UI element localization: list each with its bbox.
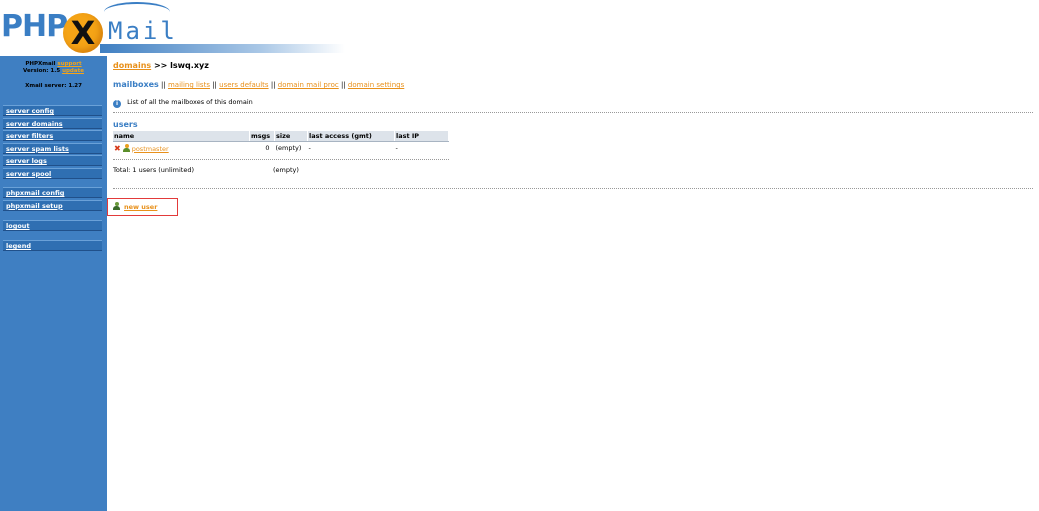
header-gradient-bar bbox=[100, 44, 345, 53]
tab-separator: || bbox=[212, 81, 217, 89]
col-name: name bbox=[113, 131, 250, 142]
breadcrumb: domains >> lswq.xyz bbox=[113, 61, 209, 70]
logo-php-text: PHP bbox=[1, 9, 68, 44]
cell-size: (empty) bbox=[275, 144, 302, 152]
cell-msgs: 0 bbox=[265, 144, 270, 152]
tab-users-defaults[interactable]: users defaults bbox=[219, 81, 268, 89]
users-table: name msgs size last access (gmt) last IP… bbox=[113, 131, 449, 154]
version-text: Version: 1.5 bbox=[23, 68, 61, 74]
user-link[interactable]: postmaster bbox=[132, 145, 169, 153]
tab-separator: || bbox=[270, 81, 276, 89]
col-size: size bbox=[274, 131, 308, 142]
tab-mailboxes: mailboxes bbox=[113, 80, 159, 89]
sidebar-info: PHPXmail support Version: 1.5 update Xma… bbox=[0, 56, 107, 90]
logo-x-ball: X bbox=[63, 13, 103, 53]
menu-phpxmail-setup[interactable]: phpxmail setup bbox=[3, 199, 102, 211]
menu-server-spam-lists[interactable]: server spam lists bbox=[3, 142, 102, 154]
divider bbox=[113, 112, 1033, 113]
menu-server: server config server domains server filt… bbox=[3, 105, 102, 180]
menu-logout[interactable]: logout bbox=[3, 220, 102, 231]
sidebar: PHPXmail support Version: 1.5 update Xma… bbox=[0, 56, 107, 511]
section-title: users bbox=[113, 120, 138, 129]
col-last-ip: last IP bbox=[394, 131, 449, 142]
total-size: (empty) bbox=[273, 166, 299, 174]
tab-separator: || bbox=[161, 81, 166, 89]
server-version: Xmail server: 1.27 bbox=[25, 83, 82, 89]
menu-server-logs[interactable]: server logs bbox=[3, 155, 102, 166]
menu-server-config[interactable]: server config bbox=[3, 105, 102, 116]
user-icon bbox=[122, 143, 130, 152]
update-link[interactable]: update bbox=[62, 68, 84, 74]
menu-server-filters[interactable]: server filters bbox=[3, 130, 102, 141]
menu-legend-group: legend bbox=[3, 240, 102, 253]
cell-last-ip: - bbox=[395, 144, 398, 152]
tab-domain-settings[interactable]: domain settings bbox=[348, 81, 404, 89]
menu-server-spool[interactable]: server spool bbox=[3, 167, 102, 179]
table-header-row: name msgs size last access (gmt) last IP bbox=[113, 131, 449, 142]
logo: PHP X Mail bbox=[0, 0, 345, 56]
tab-mailing-lists[interactable]: mailing lists bbox=[168, 81, 210, 89]
divider bbox=[113, 188, 1033, 189]
new-user-box: new user bbox=[107, 198, 178, 216]
menu-phpxmail-config[interactable]: phpxmail config bbox=[3, 187, 102, 198]
breadcrumb-separator: >> bbox=[153, 61, 168, 70]
delete-icon[interactable]: ✖ bbox=[114, 144, 121, 153]
table-divider bbox=[113, 159, 449, 160]
domain-tabs: mailboxes || mailing lists || users defa… bbox=[113, 80, 404, 89]
menu-phpxmail: phpxmail config phpxmail setup bbox=[3, 187, 102, 212]
tab-domain-mail-proc[interactable]: domain mail proc bbox=[278, 81, 339, 89]
info-text: List of all the mailboxes of this domain bbox=[127, 98, 253, 106]
table-row: ✖ postmaster 0 (empty) - - bbox=[113, 142, 449, 155]
logo-x-text: X bbox=[70, 14, 96, 52]
support-link[interactable]: support bbox=[57, 61, 81, 67]
menu-server-domains[interactable]: server domains bbox=[3, 117, 102, 129]
info-row: i List of all the mailboxes of this doma… bbox=[113, 98, 253, 108]
logo-mail-text: Mail bbox=[108, 17, 178, 45]
cell-last-access: - bbox=[308, 144, 311, 152]
col-msgs: msgs bbox=[249, 131, 275, 142]
new-user-icon bbox=[113, 202, 121, 211]
app-name: PHPXmail bbox=[25, 61, 56, 67]
tab-separator: || bbox=[340, 81, 346, 89]
cell-name: ✖ postmaster bbox=[113, 142, 250, 155]
total-label: Total: 1 users (unlimited) bbox=[113, 166, 195, 174]
info-icon: i bbox=[113, 100, 121, 108]
menu-legend[interactable]: legend bbox=[3, 240, 102, 251]
menu-logout-group: logout bbox=[3, 220, 102, 233]
breadcrumb-domains-link[interactable]: domains bbox=[113, 61, 151, 70]
breadcrumb-domain: lswq.xyz bbox=[170, 61, 209, 70]
col-last-access: last access (gmt) bbox=[307, 131, 395, 142]
new-user-link[interactable]: new user bbox=[124, 203, 157, 211]
